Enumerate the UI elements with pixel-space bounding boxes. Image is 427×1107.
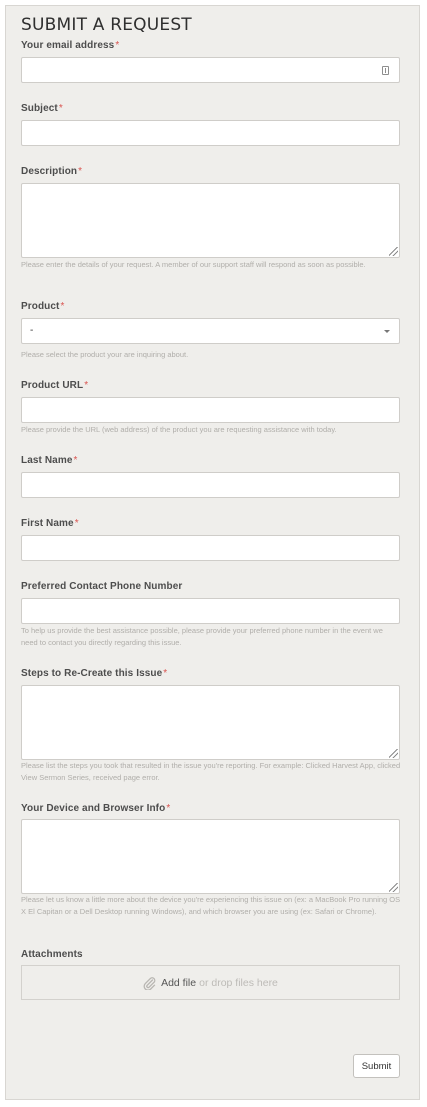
description-textarea[interactable]: [21, 183, 400, 258]
product-hint: Please select the product your are inqui…: [21, 350, 189, 359]
required-mark: *: [73, 455, 78, 466]
drop-files-text: or drop files here: [199, 976, 278, 989]
email-label: Your email address*: [21, 40, 119, 51]
phone-label-text: Preferred Contact Phone Number: [21, 581, 183, 592]
product-url-field[interactable]: [21, 397, 400, 423]
description-label: Description*: [21, 166, 82, 177]
paperclip-icon: [143, 977, 156, 990]
resize-grip-icon[interactable]: [389, 883, 398, 892]
device-textarea[interactable]: [21, 819, 400, 894]
first-name-field[interactable]: [21, 535, 400, 561]
required-mark: *: [166, 803, 171, 814]
phone-hint: To help us provide the best assistance p…: [21, 626, 383, 647]
steps-label-text: Steps to Re-Create this Issue: [21, 668, 163, 679]
last-name-field[interactable]: [21, 472, 400, 498]
submit-button[interactable]: Submit: [353, 1054, 400, 1078]
device-label-text: Your Device and Browser Info: [21, 803, 166, 814]
product-label-text: Product: [21, 301, 60, 312]
add-file-link[interactable]: Add file: [161, 977, 196, 989]
product-selected-value: -: [30, 325, 34, 336]
resize-grip-icon[interactable]: [389, 749, 398, 758]
required-mark: *: [58, 103, 63, 114]
steps-hint: Please list the steps you took that resu…: [21, 761, 401, 782]
last-name-label: Last Name*: [21, 455, 77, 466]
product-url-hint: Please provide the URL (web address) of …: [21, 425, 337, 434]
required-mark: *: [60, 301, 65, 312]
email-label-text: Your email address: [21, 40, 115, 51]
drop-zone-content: Add file or drop files here: [22, 976, 399, 990]
device-label: Your Device and Browser Info*: [21, 803, 170, 814]
subject-field[interactable]: [21, 120, 400, 146]
attachments-label: Attachments: [21, 949, 83, 960]
first-name-label: First Name*: [21, 518, 79, 529]
phone-label: Preferred Contact Phone Number: [21, 581, 182, 592]
description-label-text: Description: [21, 166, 78, 177]
last-name-label-text: Last Name: [21, 455, 73, 466]
file-drop-zone[interactable]: Add file or drop files here: [21, 965, 400, 1000]
contact-card-icon[interactable]: [382, 66, 389, 75]
steps-label: Steps to Re-Create this Issue*: [21, 668, 167, 679]
request-form-panel: SUBMIT A REQUEST Your email address* Sub…: [5, 5, 420, 1100]
chevron-down-icon: [384, 330, 390, 333]
device-hint: Please let us know a little more about t…: [21, 895, 401, 916]
phone-field[interactable]: [21, 598, 400, 624]
required-mark: *: [78, 166, 83, 177]
product-label: Product*: [21, 301, 64, 312]
required-mark: *: [74, 518, 79, 529]
email-field[interactable]: [21, 57, 400, 83]
required-mark: *: [115, 40, 120, 51]
required-mark: *: [163, 668, 168, 679]
required-mark: *: [84, 380, 89, 391]
product-url-label: Product URL*: [21, 380, 88, 391]
steps-textarea[interactable]: [21, 685, 400, 760]
attachments-label-text: Attachments: [21, 949, 83, 960]
product-select[interactable]: -: [21, 318, 400, 344]
page-title: SUBMIT A REQUEST: [21, 15, 192, 35]
description-hint: Please enter the details of your request…: [21, 260, 366, 269]
product-url-label-text: Product URL: [21, 380, 84, 391]
resize-grip-icon[interactable]: [389, 247, 398, 256]
subject-label: Subject*: [21, 103, 63, 114]
subject-label-text: Subject: [21, 103, 58, 114]
first-name-label-text: First Name: [21, 518, 74, 529]
